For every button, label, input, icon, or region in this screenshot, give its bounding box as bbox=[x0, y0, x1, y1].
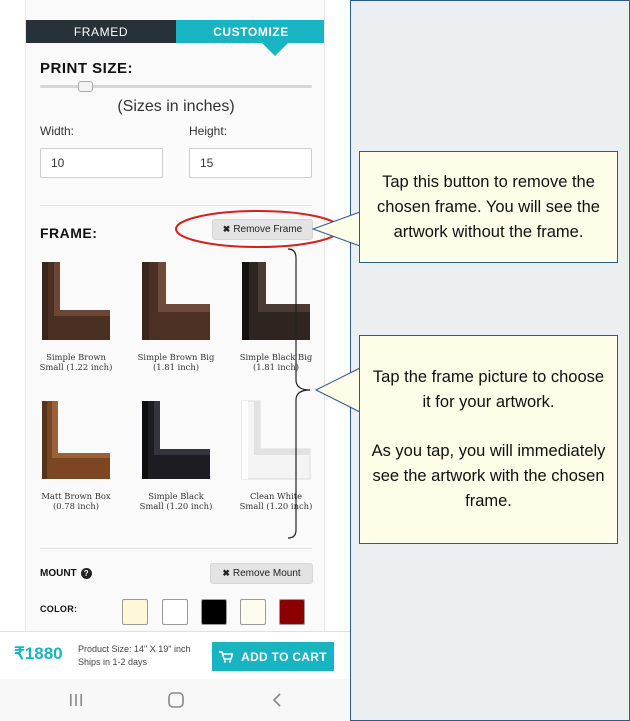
callout-remove-frame-text: Tap this button to remove the chosen fra… bbox=[377, 172, 600, 241]
width-label: Width: bbox=[40, 124, 75, 138]
frame-title: FRAME: bbox=[40, 225, 98, 241]
frame-name: Matt Brown Box bbox=[41, 491, 111, 501]
cart-icon bbox=[219, 650, 234, 663]
callout-choose-frame-text-1: Tap the frame picture to choose it for y… bbox=[372, 368, 605, 411]
checkout-bar: ₹1880 Product Size: 14" X 19" inch Ships… bbox=[0, 631, 350, 679]
section-divider bbox=[40, 548, 312, 549]
help-icon[interactable]: ? bbox=[80, 568, 92, 579]
width-input[interactable]: 10 bbox=[40, 148, 163, 178]
height-label: Height: bbox=[189, 124, 228, 138]
frame-option-simple-black-small[interactable]: Simple Black Small (1.20 inch) bbox=[128, 399, 224, 511]
frame-size: Small (1.20 inch) bbox=[239, 501, 313, 511]
frame-name: Simple Brown bbox=[46, 352, 106, 362]
frame-option-simple-brown-big[interactable]: Simple Brown Big (1.81 inch) bbox=[128, 260, 224, 372]
tab-bar: FRAMED CUSTOMIZE bbox=[26, 20, 324, 43]
android-nav-bar bbox=[0, 679, 350, 721]
frame-thumbnail[interactable] bbox=[40, 260, 112, 342]
remove-frame-label: Remove Frame bbox=[233, 224, 303, 235]
print-size-title: PRINT SIZE: bbox=[40, 60, 134, 77]
sizes-unit-note: (Sizes in inches) bbox=[117, 98, 235, 115]
frame-size: Small (1.22 inch) bbox=[39, 362, 113, 372]
mount-color-swatch-white[interactable] bbox=[162, 599, 188, 625]
frame-option-simple-black-big[interactable]: Simple Black Big (1.81 inch) bbox=[228, 260, 324, 372]
frame-option-simple-brown-small[interactable]: Simple Brown Small (1.22 inch) bbox=[28, 260, 124, 372]
frame-size: Small (1.20 inch) bbox=[139, 501, 213, 511]
frame-size: (1.81 inch) bbox=[252, 362, 299, 372]
mount-color-swatch-ivory[interactable] bbox=[240, 599, 266, 625]
frame-name: Clean White bbox=[249, 491, 303, 501]
tab-framed[interactable]: FRAMED bbox=[26, 20, 176, 43]
back-icon[interactable] bbox=[265, 688, 289, 712]
mount-label: MOUNT bbox=[40, 568, 77, 579]
frame-thumbnail[interactable] bbox=[240, 399, 312, 481]
add-to-cart-button[interactable]: ADD TO CART bbox=[212, 642, 334, 671]
home-icon[interactable] bbox=[164, 688, 188, 712]
size-slider-handle[interactable] bbox=[78, 81, 93, 92]
frame-name: Simple Black Big bbox=[239, 352, 313, 362]
frame-option-matt-brown-box[interactable]: Matt Brown Box (0.78 inch) bbox=[28, 399, 124, 511]
shipping-text: Ships in 1-2 days bbox=[78, 657, 148, 667]
active-tab-indicator bbox=[262, 43, 288, 56]
remove-mount-label: Remove Mount bbox=[232, 568, 301, 579]
frame-thumbnail[interactable] bbox=[140, 399, 212, 481]
mount-color-swatch-cream[interactable] bbox=[122, 599, 148, 625]
close-icon: ✖ bbox=[222, 224, 231, 234]
remove-frame-button[interactable]: ✖ Remove Frame bbox=[212, 219, 313, 240]
callout-choose-frame-text-2: As you tap, you will immediately see the… bbox=[371, 442, 606, 510]
frame-thumbnail[interactable] bbox=[240, 260, 312, 342]
frame-name: Simple Brown Big bbox=[137, 352, 215, 362]
tab-customize[interactable]: CUSTOMIZE bbox=[176, 20, 324, 43]
frame-thumbnail[interactable] bbox=[140, 260, 212, 342]
mount-title: MOUNT ? bbox=[40, 568, 92, 579]
close-icon: ✖ bbox=[222, 568, 230, 578]
customize-panel: FRAMED CUSTOMIZE PRINT SIZE: (Sizes in i… bbox=[25, 0, 325, 631]
mount-color-label: COLOR: bbox=[40, 604, 78, 614]
frame-size: (1.81 inch) bbox=[152, 362, 199, 372]
callout-remove-frame: Tap this button to remove the chosen fra… bbox=[359, 151, 618, 263]
frame-thumbnail[interactable] bbox=[40, 399, 112, 481]
recent-apps-icon[interactable] bbox=[64, 688, 88, 712]
product-size-text: Product Size: 14" X 19" inch bbox=[78, 644, 191, 654]
add-to-cart-label: ADD TO CART bbox=[241, 649, 327, 664]
mount-color-swatch-black[interactable] bbox=[201, 599, 227, 625]
phone-screen: FRAMED CUSTOMIZE PRINT SIZE: (Sizes in i… bbox=[0, 0, 350, 721]
price-total: ₹1880 bbox=[14, 644, 63, 663]
height-input[interactable]: 15 bbox=[189, 148, 312, 178]
section-divider bbox=[40, 205, 312, 206]
callout-choose-frame: Tap the frame picture to choose it for y… bbox=[359, 335, 618, 544]
mount-color-swatch-maroon[interactable] bbox=[279, 599, 305, 625]
frame-option-clean-white-small[interactable]: Clean White Small (1.20 inch) bbox=[228, 399, 324, 511]
frame-size: (0.78 inch) bbox=[52, 501, 99, 511]
remove-mount-button[interactable]: ✖ Remove Mount bbox=[210, 563, 313, 584]
frame-name: Simple Black bbox=[148, 491, 204, 501]
